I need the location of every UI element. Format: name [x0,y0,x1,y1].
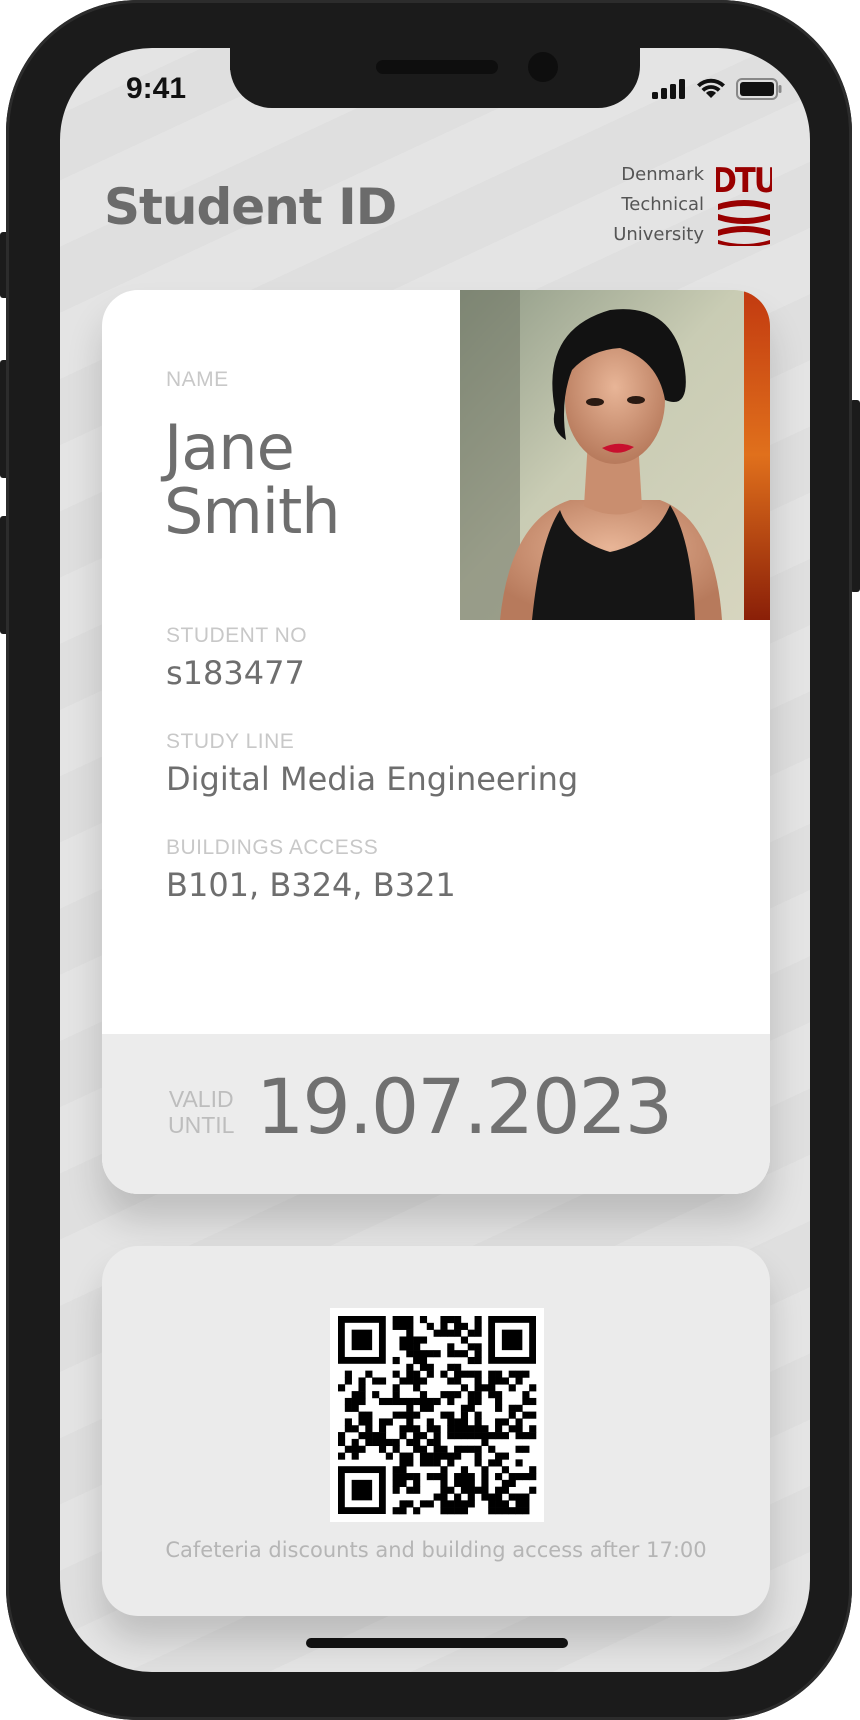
qr-caption: Cafeteria discounts and building access … [165,1538,707,1562]
wifi-icon [697,78,725,98]
qr-card: Cafeteria discounts and building access … [102,1246,770,1616]
status-time: 9:41 [126,72,187,105]
student-no-label: STUDENT NO [166,624,308,647]
qr-code-graphic [338,1316,537,1515]
valid-until-label: VALID UNTIL [168,1086,234,1138]
valid-label-line-1: VALID [168,1086,234,1112]
student-no-value: s183477 [166,654,305,692]
phone-screen: 9:41 Student ID Denmark Technical Univer… [60,48,810,1672]
status-icons [652,78,782,100]
buildings-access-label: BUILDINGS ACCESS [166,836,379,859]
first-name: Jane [164,411,295,484]
last-name: Smith [164,475,341,548]
page-title: Student ID [104,178,397,236]
study-line-label: STUDY LINE [166,730,295,753]
buildings-access-value: B101, B324, B321 [166,866,456,904]
battery-icon [736,78,782,100]
university-name: Denmark Technical University [613,160,704,250]
valid-label-line-2: UNTIL [168,1112,235,1138]
study-line-value: Digital Media Engineering [166,760,579,798]
dtu-logo: DTU [716,161,772,246]
svg-text:DTU: DTU [716,161,772,201]
earpiece-speaker [376,60,498,74]
university-line-1: Denmark [621,164,704,185]
student-name: Jane Smith [164,411,341,548]
notch [230,48,640,108]
signal-icon [652,79,685,99]
phone-frame: 9:41 Student ID Denmark Technical Univer… [6,0,852,1720]
student-id-card: NAME Jane Smith STUDENT NO s183477 STUDY… [102,290,770,1194]
student-photo [460,290,770,620]
name-label: NAME [166,368,229,391]
validity-strip: VALID UNTIL 19.07.2023 [102,1034,770,1194]
valid-until-date: 19.07.2023 [256,1062,673,1151]
home-indicator[interactable] [306,1638,568,1648]
university-line-2: Technical [621,194,704,215]
qr-code[interactable] [330,1308,544,1522]
university-line-3: University [613,224,704,245]
front-camera [528,52,558,82]
